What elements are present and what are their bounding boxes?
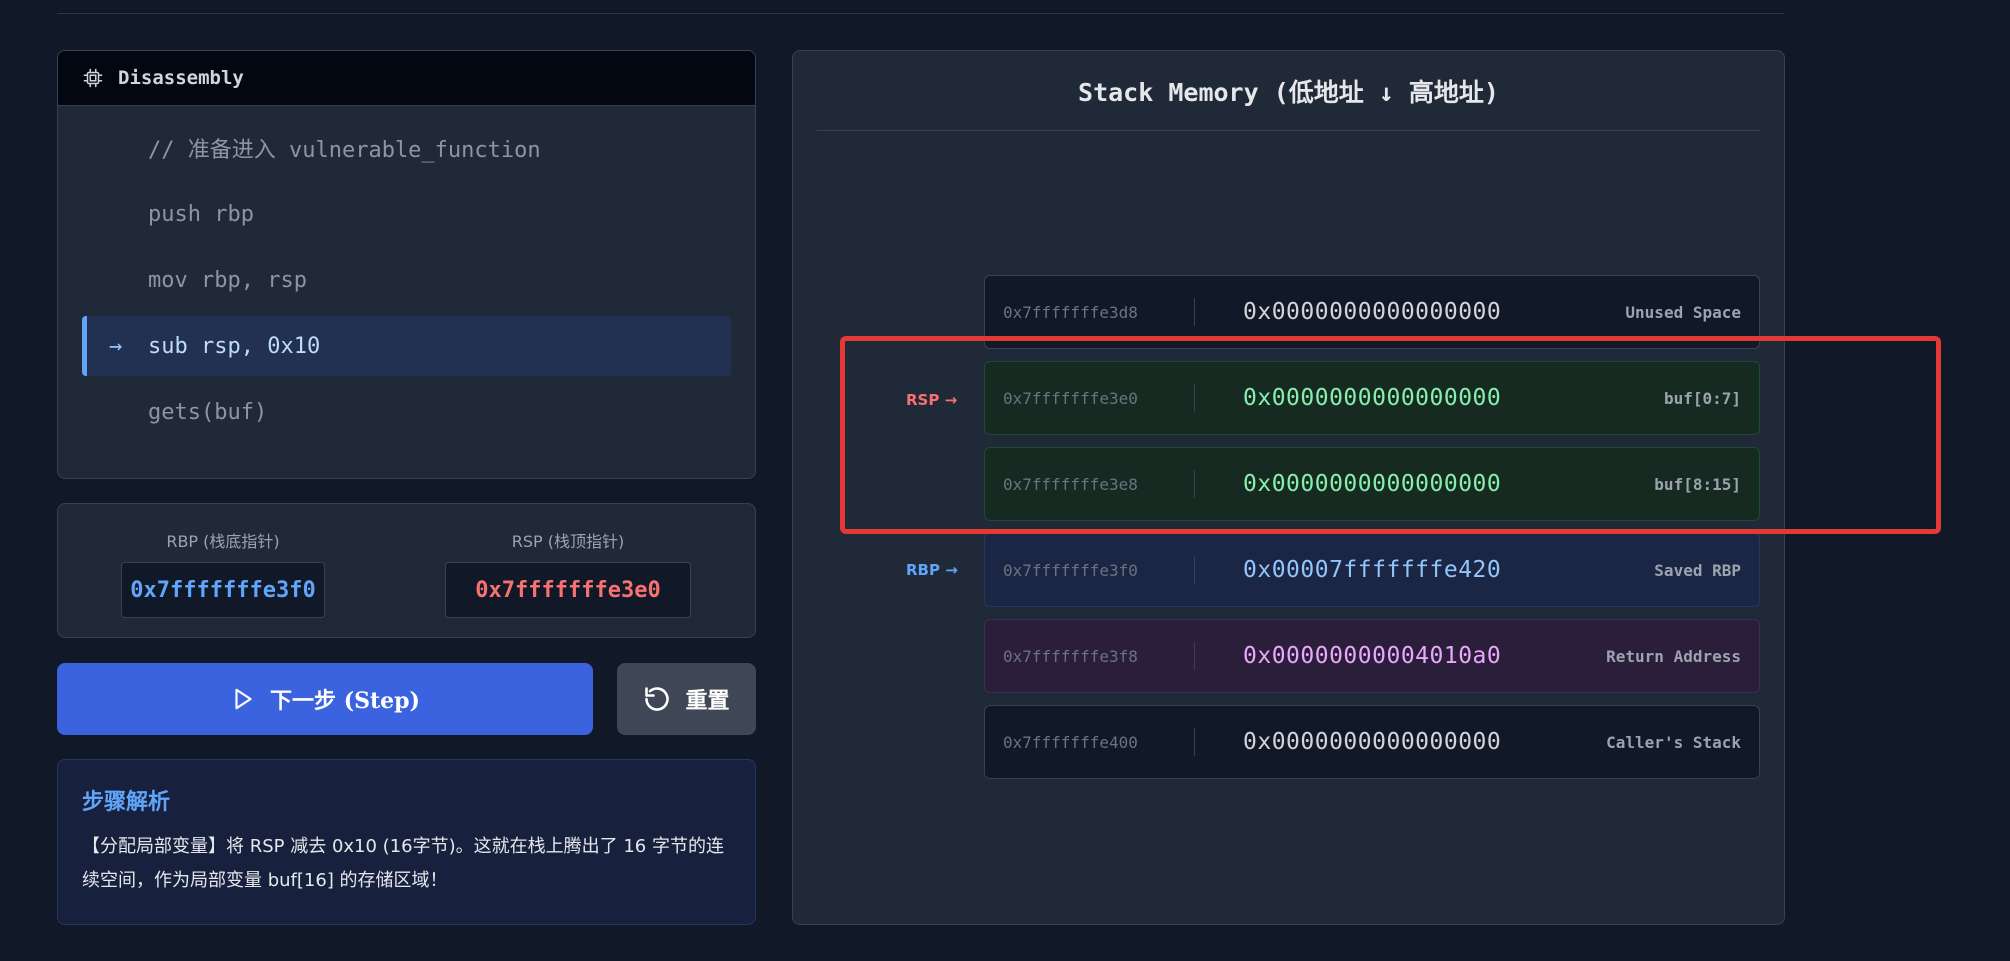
rbp-pointer-marker: RBP →	[906, 561, 958, 579]
instruction-text: push rbp	[148, 201, 254, 227]
stack-slot-return-address: 0x7fffffffe3f8 0x00000000004010a0 Return…	[984, 619, 1760, 693]
play-icon	[235, 688, 252, 710]
step-explanation-panel: 步骤解析 【分配局部变量】将 RSP 减去 0x10 (16字节)。这就在栈上腾…	[57, 759, 756, 925]
stack-slot-address: 0x7fffffffe3d8	[985, 298, 1195, 326]
stack-slot-value: 0x00007fffffffe420	[1243, 557, 1502, 583]
stack-slot-address: 0x7fffffffe400	[985, 728, 1195, 756]
step-button-label: 下一步 (Step)	[270, 688, 420, 714]
stack-slot-label: Unused Space	[1625, 302, 1741, 322]
rsp-register-label: RSP (栈顶指针)	[511, 532, 625, 551]
stack-slot-value: 0x0000000000000000	[1243, 385, 1502, 411]
stack-slot-buf-high: 0x7fffffffe3e8 0x0000000000000000 buf[8:…	[984, 447, 1760, 521]
stack-slot-address: 0x7fffffffe3f8	[985, 642, 1195, 670]
instruction-line: // 准备进入 vulnerable_function	[82, 118, 731, 178]
stack-slot-value: 0x0000000000000000	[1243, 729, 1502, 755]
stack-slot-saved-rbp: 0x7fffffffe3f0 0x00007fffffffe420 Saved …	[984, 533, 1760, 607]
rsp-register-value: 0x7fffffffe3e0	[445, 562, 691, 618]
instruction-line-current: → sub rsp, 0x10	[82, 316, 731, 376]
stack-slot-label: buf[0:7]	[1663, 388, 1741, 408]
instruction-list: // 准备进入 vulnerable_function push rbp mov…	[58, 106, 755, 442]
registers-panel: RBP (栈底指针) 0x7fffffffe3f0 RSP (栈顶指针) 0x7…	[57, 503, 756, 638]
instruction-line: mov rbp, rsp	[82, 250, 731, 310]
rsp-pointer-marker: RSP →	[906, 391, 958, 409]
reset-icon	[645, 687, 670, 711]
disassembly-header: Disassembly	[58, 51, 755, 106]
stack-slot-value: 0x0000000000000000	[1243, 299, 1502, 325]
stack-slot-caller: 0x7fffffffe400 0x0000000000000000 Caller…	[984, 705, 1760, 779]
disassembly-panel: Disassembly // 准备进入 vulnerable_function …	[57, 50, 756, 479]
reset-button-label: 重置	[685, 688, 730, 714]
reset-button[interactable]: 重置	[617, 663, 756, 735]
rbp-register-value: 0x7fffffffe3f0	[121, 562, 325, 618]
stack-slot-label: buf[8:15]	[1654, 474, 1741, 494]
instruction-text: sub rsp, 0x10	[148, 333, 321, 359]
rbp-register-label: RBP (栈底指针)	[166, 532, 280, 551]
rbp-register: RBP (栈底指针) 0x7fffffffe3f0	[121, 528, 325, 618]
stack-slot-label: Caller's Stack	[1606, 732, 1741, 752]
stack-slot-address: 0x7fffffffe3e8	[985, 470, 1195, 498]
stack-slot-label: Return Address	[1606, 646, 1741, 666]
instruction-text: mov rbp, rsp	[148, 267, 307, 293]
stack-memory-title: Stack Memory (低地址 ↓ 高地址)	[817, 51, 1760, 131]
top-divider	[57, 13, 1784, 14]
cpu-chip-icon	[83, 68, 103, 88]
stack-slot-value: 0x00000000004010a0	[1243, 643, 1502, 669]
instruction-text: // 准备进入 vulnerable_function	[148, 138, 541, 163]
instruction-text: gets(buf)	[148, 399, 268, 425]
stack-slot-unused: 0x7fffffffe3d8 0x0000000000000000 Unused…	[984, 275, 1760, 349]
instruction-line: gets(buf)	[82, 382, 731, 442]
stack-slot-label: Saved RBP	[1654, 560, 1741, 580]
stack-slot-buf-low: 0x7fffffffe3e0 0x0000000000000000 buf[0:…	[984, 361, 1760, 435]
stack-slot-value: 0x0000000000000000	[1243, 471, 1502, 497]
arrow-right-icon: →	[109, 333, 123, 359]
instruction-line: push rbp	[82, 184, 731, 244]
stack-slot-address: 0x7fffffffe3f0	[985, 556, 1195, 584]
stack-slot-address: 0x7fffffffe3e0	[985, 384, 1195, 412]
step-button[interactable]: 下一步 (Step)	[57, 663, 593, 735]
step-explanation-title: 步骤解析	[82, 789, 171, 815]
disassembly-title: Disassembly	[118, 67, 244, 89]
rsp-register: RSP (栈顶指针) 0x7fffffffe3e0	[445, 528, 691, 618]
step-explanation-text: 【分配局部变量】将 RSP 减去 0x10 (16字节)。这就在栈上腾出了 16…	[82, 836, 724, 891]
